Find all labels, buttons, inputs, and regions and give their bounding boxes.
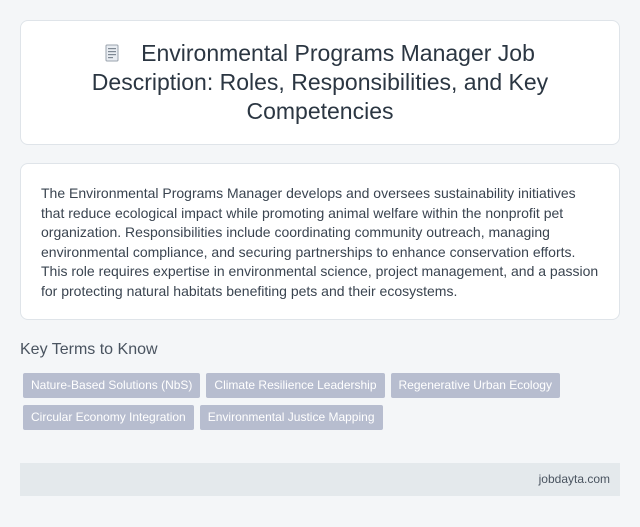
page-title-container: Environmental Programs Manager Job Descr…	[61, 39, 579, 126]
term-tag[interactable]: Regenerative Urban Ecology	[390, 373, 560, 398]
term-tag[interactable]: Climate Resilience Leadership	[206, 373, 385, 398]
page-title: Environmental Programs Manager Job Descr…	[91, 40, 549, 124]
footer-site-link[interactable]: jobdayta.com	[539, 472, 610, 486]
title-card: Environmental Programs Manager Job Descr…	[20, 20, 620, 145]
job-description: The Environmental Programs Manager devel…	[41, 185, 599, 299]
key-terms-heading: Key Terms to Know	[20, 341, 158, 358]
term-tag[interactable]: Environmental Justice Mapping	[199, 405, 383, 430]
tag-row: Nature-Based Solutions (NbS) Climate Res…	[23, 373, 613, 398]
footer: jobdayta.com	[20, 463, 620, 496]
tag-row: Circular Economy Integration Environment…	[23, 405, 613, 430]
document-icon	[105, 44, 119, 62]
term-tag[interactable]: Nature-Based Solutions (NbS)	[23, 373, 201, 398]
term-tag[interactable]: Circular Economy Integration	[23, 405, 194, 430]
key-terms-tags: Nature-Based Solutions (NbS) Climate Res…	[23, 373, 613, 437]
description-card: The Environmental Programs Manager devel…	[20, 163, 620, 320]
